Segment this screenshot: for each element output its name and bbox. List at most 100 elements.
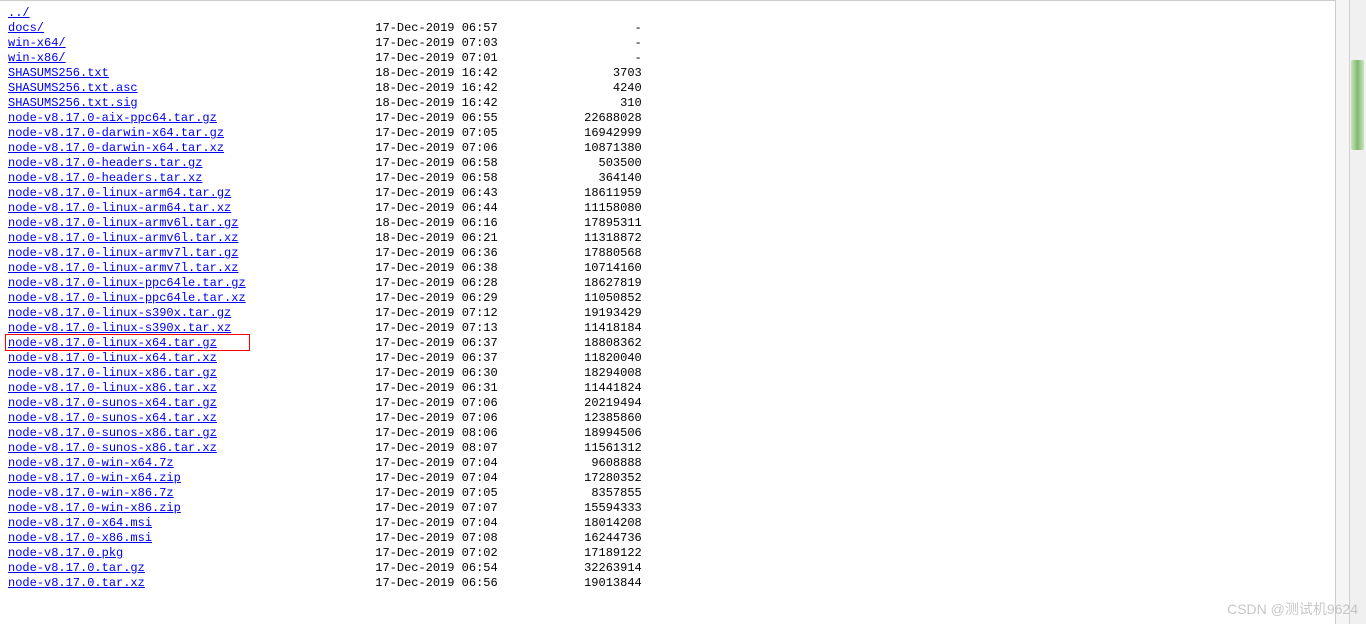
file-link[interactable]: node-v8.17.0-linux-armv7l.tar.xz: [8, 261, 238, 276]
file-link[interactable]: node-v8.17.0-x64.msi: [8, 516, 152, 531]
file-link[interactable]: node-v8.17.0-linux-s390x.tar.xz: [8, 321, 231, 336]
file-link[interactable]: node-v8.17.0-sunos-x86.tar.gz: [8, 426, 217, 441]
file-link[interactable]: node-v8.17.0-headers.tar.xz: [8, 171, 202, 186]
file-date: 17-Dec-2019 06:56: [375, 576, 497, 591]
spacer: [138, 81, 376, 96]
file-link[interactable]: node-v8.17.0-linux-x86.tar.xz: [8, 381, 217, 396]
file-size: 18808362: [584, 336, 642, 351]
file-row: node-v8.17.0-linux-armv6l.tar.gz 18-Dec-…: [8, 216, 1335, 231]
parent-directory-link[interactable]: ../: [8, 6, 30, 21]
spacer: [246, 291, 376, 306]
file-link[interactable]: node-v8.17.0-sunos-x64.tar.gz: [8, 396, 217, 411]
file-size: 11441824: [584, 381, 642, 396]
file-row: node-v8.17.0-linux-armv7l.tar.gz 17-Dec-…: [8, 246, 1335, 261]
file-link[interactable]: node-v8.17.0-linux-arm64.tar.xz: [8, 201, 231, 216]
file-date: 18-Dec-2019 06:21: [375, 231, 497, 246]
file-link[interactable]: node-v8.17.0-linux-arm64.tar.gz: [8, 186, 231, 201]
spacer: [498, 471, 584, 486]
spacer: [44, 21, 375, 36]
file-row: node-v8.17.0-linux-x86.tar.gz 17-Dec-201…: [8, 366, 1335, 381]
file-link[interactable]: node-v8.17.0-darwin-x64.tar.xz: [8, 141, 224, 156]
file-date: 18-Dec-2019 06:16: [375, 216, 497, 231]
file-size: 18994506: [584, 426, 642, 441]
file-link[interactable]: node-v8.17.0-linux-x64.tar.gz: [8, 336, 217, 351]
file-link[interactable]: SHASUMS256.txt.sig: [8, 96, 138, 111]
file-link[interactable]: SHASUMS256.txt: [8, 66, 109, 81]
file-date: 17-Dec-2019 08:07: [375, 441, 497, 456]
file-link[interactable]: node-v8.17.0-linux-x64.tar.xz: [8, 351, 217, 366]
spacer: [498, 81, 613, 96]
spacer: [217, 411, 375, 426]
spacer: [498, 156, 599, 171]
scrollbar-thumb[interactable]: [1351, 60, 1364, 150]
spacer: [498, 426, 584, 441]
file-link[interactable]: node-v8.17.0-win-x86.zip: [8, 501, 181, 516]
file-link[interactable]: node-v8.17.0-linux-s390x.tar.gz: [8, 306, 231, 321]
spacer: [498, 186, 584, 201]
spacer: [66, 36, 376, 51]
file-link[interactable]: node-v8.17.0-aix-ppc64.tar.gz: [8, 111, 217, 126]
file-link[interactable]: node-v8.17.0-linux-armv6l.tar.gz: [8, 216, 238, 231]
spacer: [498, 36, 635, 51]
spacer: [498, 171, 599, 186]
file-row: node-v8.17.0-linux-ppc64le.tar.gz 17-Dec…: [8, 276, 1335, 291]
file-date: 17-Dec-2019 08:06: [375, 426, 497, 441]
file-row: SHASUMS256.txt 18-Dec-2019 16:42 3703: [8, 66, 1335, 81]
spacer: [152, 531, 375, 546]
spacer: [498, 516, 584, 531]
file-link[interactable]: node-v8.17.0-linux-ppc64le.tar.xz: [8, 291, 246, 306]
spacer: [145, 561, 375, 576]
file-date: 17-Dec-2019 07:13: [375, 321, 497, 336]
file-link[interactable]: node-v8.17.0-win-x86.7z: [8, 486, 174, 501]
file-date: 17-Dec-2019 06:28: [375, 276, 497, 291]
file-size: 11050852: [584, 291, 642, 306]
file-link[interactable]: node-v8.17.0-linux-ppc64le.tar.gz: [8, 276, 246, 291]
spacer: [174, 456, 376, 471]
file-link[interactable]: node-v8.17.0-linux-x86.tar.gz: [8, 366, 217, 381]
file-row: SHASUMS256.txt.asc 18-Dec-2019 16:42 424…: [8, 81, 1335, 96]
spacer: [498, 231, 584, 246]
file-date: 17-Dec-2019 06:30: [375, 366, 497, 381]
file-link[interactable]: node-v8.17.0-linux-armv6l.tar.xz: [8, 231, 238, 246]
file-link[interactable]: node-v8.17.0.tar.xz: [8, 576, 145, 591]
file-size: -: [635, 21, 642, 36]
spacer: [498, 381, 584, 396]
file-link[interactable]: win-x86/: [8, 51, 66, 66]
file-row: win-x86/ 17-Dec-2019 07:01 -: [8, 51, 1335, 66]
scrollbar-track[interactable]: [1349, 0, 1366, 624]
file-date: 17-Dec-2019 06:29: [375, 291, 497, 306]
spacer: [498, 66, 613, 81]
file-link[interactable]: node-v8.17.0-linux-armv7l.tar.gz: [8, 246, 238, 261]
spacer: [238, 231, 375, 246]
spacer: [145, 576, 375, 591]
spacer: [138, 96, 376, 111]
parent-directory-row: ../: [8, 6, 1335, 21]
file-row: node-v8.17.0-sunos-x86.tar.gz 17-Dec-201…: [8, 426, 1335, 441]
file-link[interactable]: SHASUMS256.txt.asc: [8, 81, 138, 96]
file-link[interactable]: node-v8.17.0-darwin-x64.tar.gz: [8, 126, 224, 141]
file-link[interactable]: node-v8.17.0-x86.msi: [8, 531, 152, 546]
file-size: 503500: [599, 156, 642, 171]
file-row: win-x64/ 17-Dec-2019 07:03 -: [8, 36, 1335, 51]
spacer: [498, 291, 584, 306]
file-link[interactable]: node-v8.17.0-sunos-x64.tar.xz: [8, 411, 217, 426]
file-link[interactable]: win-x64/: [8, 36, 66, 51]
spacer: [498, 111, 584, 126]
file-link[interactable]: node-v8.17.0.pkg: [8, 546, 123, 561]
file-size: 12385860: [584, 411, 642, 426]
file-link[interactable]: node-v8.17.0-win-x64.zip: [8, 471, 181, 486]
file-date: 17-Dec-2019 07:04: [375, 471, 497, 486]
file-link[interactable]: node-v8.17.0-win-x64.7z: [8, 456, 174, 471]
spacer: [174, 486, 376, 501]
file-date: 17-Dec-2019 07:06: [375, 411, 497, 426]
file-link[interactable]: node-v8.17.0-headers.tar.gz: [8, 156, 202, 171]
file-size: 11318872: [584, 231, 642, 246]
file-link[interactable]: node-v8.17.0.tar.gz: [8, 561, 145, 576]
file-link[interactable]: docs/: [8, 21, 44, 36]
file-row: node-v8.17.0-darwin-x64.tar.xz 17-Dec-20…: [8, 141, 1335, 156]
file-row: node-v8.17.0-x64.msi 17-Dec-2019 07:04 1…: [8, 516, 1335, 531]
file-date: 17-Dec-2019 07:04: [375, 456, 497, 471]
file-link[interactable]: node-v8.17.0-sunos-x86.tar.xz: [8, 441, 217, 456]
file-date: 17-Dec-2019 07:05: [375, 126, 497, 141]
spacer: [217, 381, 375, 396]
